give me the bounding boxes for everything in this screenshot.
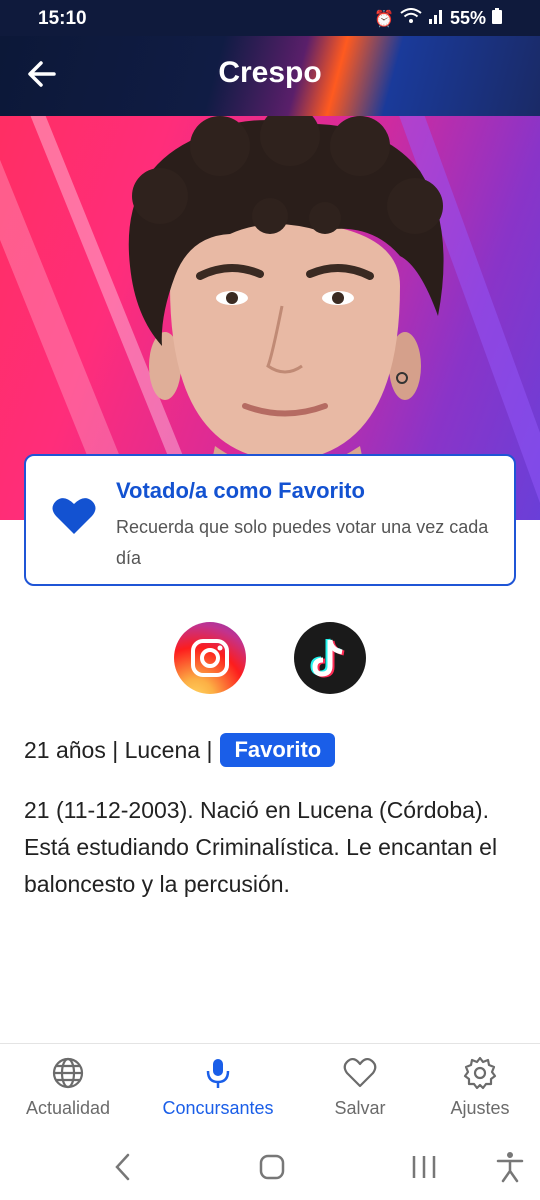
accessibility-button[interactable] (490, 1149, 530, 1185)
bottom-navigation: Actualidad Concursantes Salvar Ajustes (0, 1043, 540, 1135)
home-square-icon (259, 1154, 285, 1180)
instagram-icon (191, 639, 229, 677)
accessibility-icon (496, 1152, 524, 1183)
tiktok-button[interactable] (294, 622, 366, 694)
contestant-meta: 21 años | Lucena | Favorito (24, 733, 336, 767)
contestant-meta-text: 21 años | Lucena | (24, 736, 213, 763)
nav-item-ajustes[interactable]: Ajustes (410, 1056, 540, 1119)
vote-status-title: Votado/a como Favorito (116, 478, 365, 503)
chevron-left-icon (115, 1153, 130, 1181)
microphone-icon (206, 1059, 230, 1088)
vote-status-card: Votado/a como Favorito Recuerda que solo… (24, 454, 516, 586)
system-back-button[interactable] (104, 1149, 144, 1185)
battery-percent: 55% (449, 8, 486, 28)
tiktok-icon (310, 638, 345, 678)
status-bar: 15:10 ⏰ 55% (0, 0, 540, 36)
recents-icon (412, 1156, 436, 1178)
system-navigation (0, 1135, 540, 1200)
page-title: Crespo (218, 56, 322, 89)
nav-item-actualidad[interactable]: Actualidad (0, 1056, 138, 1119)
heart-filled-icon (52, 498, 96, 534)
globe-icon (52, 1057, 84, 1089)
heart-outline-icon (343, 1057, 377, 1088)
nav-label: Concursantes (162, 1098, 274, 1118)
wifi-icon (400, 8, 422, 29)
contestant-bio: 21 (11-12-2003). Nació en Lucena (Córdob… (24, 797, 498, 897)
nav-label: Actualidad (25, 1098, 111, 1118)
vote-status-subtitle: Recuerda que solo puedes votar una vez c… (116, 517, 489, 568)
system-recents-button[interactable] (404, 1149, 444, 1185)
instagram-button[interactable] (174, 622, 246, 694)
status-time: 15:10 (38, 8, 87, 29)
system-home-button[interactable] (252, 1149, 292, 1185)
favorite-badge: Favorito (220, 733, 336, 767)
nav-item-salvar[interactable]: Salvar (290, 1056, 430, 1119)
signal-icon (428, 8, 444, 29)
alarm-icon: ⏰ (374, 10, 394, 28)
app-header: Crespo (0, 36, 540, 116)
nav-label: Ajustes (450, 1098, 510, 1118)
status-icons: ⏰ 55% (374, 8, 502, 29)
nav-label: Salvar (334, 1098, 386, 1118)
nav-item-concursantes[interactable]: Concursantes (148, 1056, 288, 1119)
gear-icon (463, 1056, 497, 1090)
battery-icon (492, 8, 502, 29)
